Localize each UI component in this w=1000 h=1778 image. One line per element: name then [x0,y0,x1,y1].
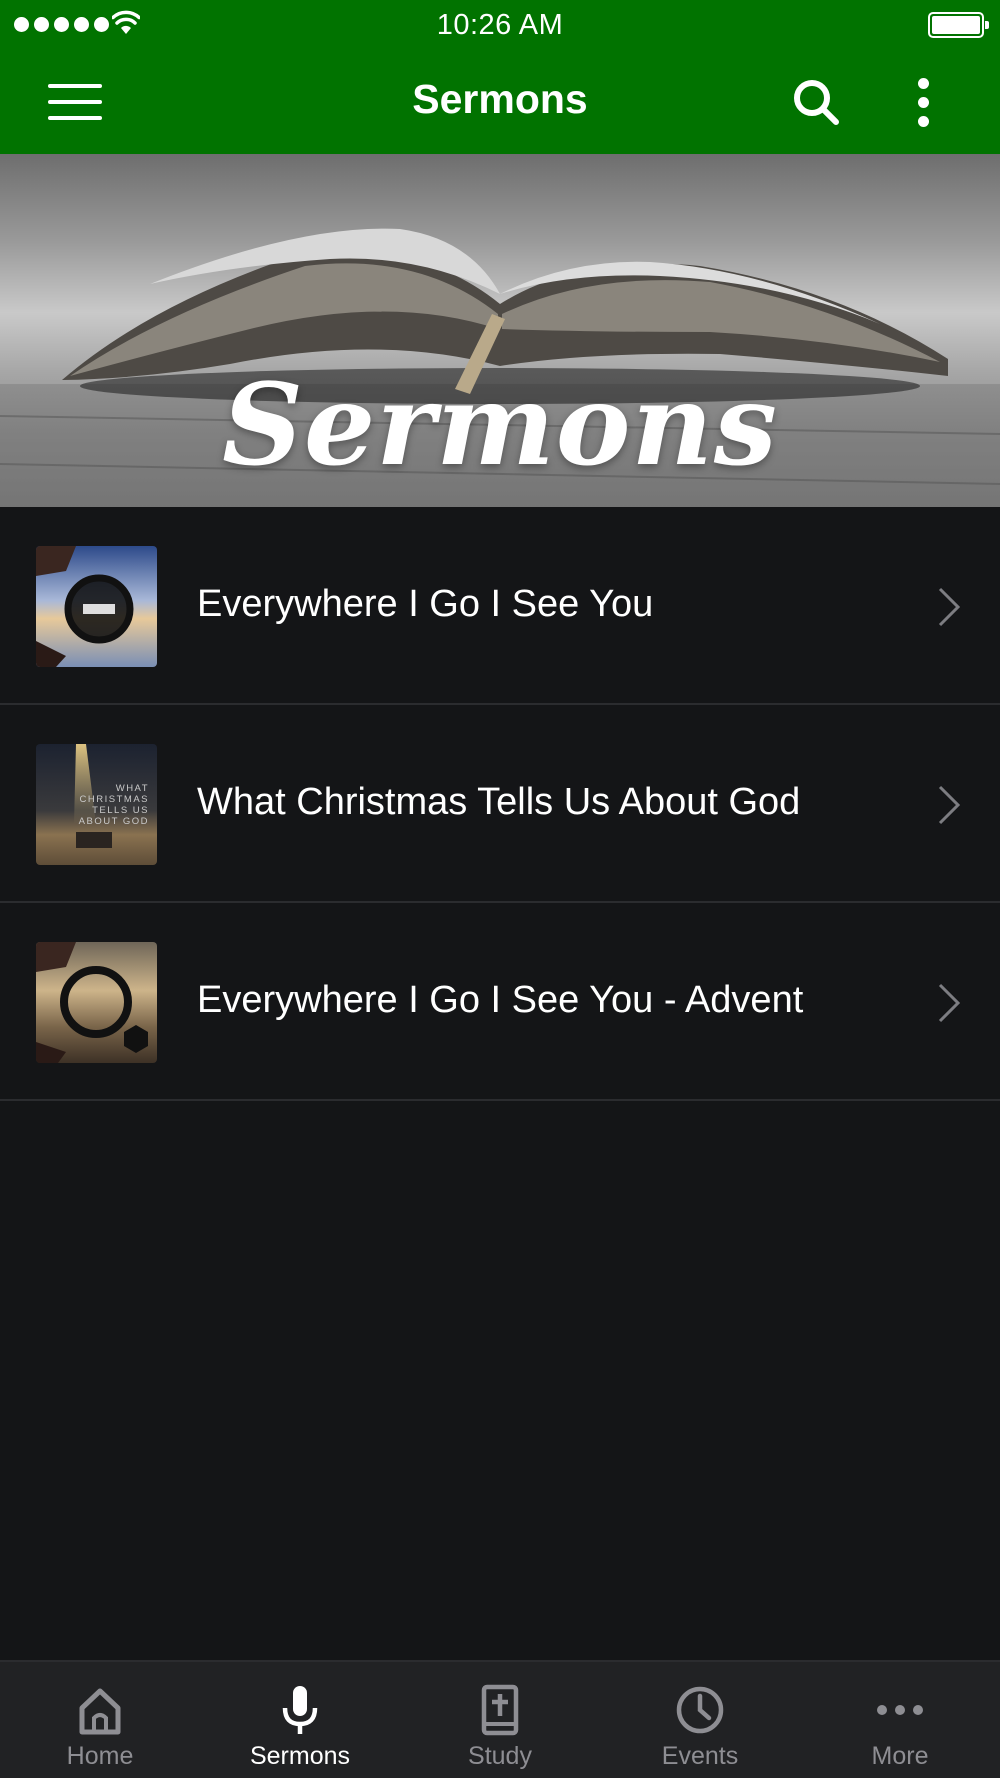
chevron-right-icon [938,785,960,825]
more-icon [877,1705,923,1715]
sermon-thumbnail: WHAT CHRISTMAS TELLS US ABOUT GOD [36,744,157,865]
svg-text:CHRISTMAS: CHRISTMAS [80,794,149,805]
tab-home[interactable]: Home [0,1662,200,1778]
sermon-row[interactable]: Everywhere I Go I See You [0,507,1000,705]
status-bar: 10:26 AM [0,0,1000,50]
chevron-right-icon [938,983,960,1023]
chevron-right-icon [938,587,960,627]
banner-title: Sermons [222,360,778,491]
battery-icon [928,12,989,38]
tab-label: Sermons [249,1742,351,1770]
sermon-row[interactable]: WHAT CHRISTMAS TELLS US ABOUT GOD What C… [0,705,1000,903]
svg-text:TELLS US: TELLS US [92,805,149,816]
tab-label: More [871,1742,929,1770]
clock-icon [676,1686,724,1734]
tab-label: Study [468,1742,532,1770]
search-icon[interactable] [792,78,840,126]
sermons-banner: Sermons [0,154,1000,507]
home-icon [79,1688,121,1735]
tab-label: Events [661,1742,739,1770]
tab-bar: Home Sermons Study Events More [0,1660,1000,1778]
sermon-list: Everywhere I Go I See You WHAT CHRISTMAS… [0,507,1000,1101]
tab-sermons[interactable]: Sermons [200,1662,400,1778]
top-bar: 10:26 AM Sermons [0,0,1000,154]
sermon-row[interactable]: Everywhere I Go I See You - Advent [0,903,1000,1101]
sermon-thumbnail [36,942,157,1063]
tab-label: Home [66,1742,134,1770]
tab-more[interactable]: More [800,1662,1000,1778]
sermon-thumbnail [36,546,157,667]
status-time: 10:26 AM [436,9,564,41]
more-options-button[interactable] [906,74,942,130]
svg-text:ABOUT GOD: ABOUT GOD [79,816,149,827]
sermon-title: Everywhere I Go I See You - Advent [197,979,804,1021]
screen: 10:26 AM Sermons Sermons Everywhere I Go… [0,0,1000,1778]
page-title: Sermons [412,76,588,122]
microphone-icon [282,1686,318,1734]
sermon-title: Everywhere I Go I See You [197,583,654,625]
bible-icon [481,1684,519,1736]
svg-text:WHAT: WHAT [116,783,149,794]
tab-study[interactable]: Study [400,1662,600,1778]
tab-events[interactable]: Events [600,1662,800,1778]
sermon-title: What Christmas Tells Us About God [197,781,801,823]
